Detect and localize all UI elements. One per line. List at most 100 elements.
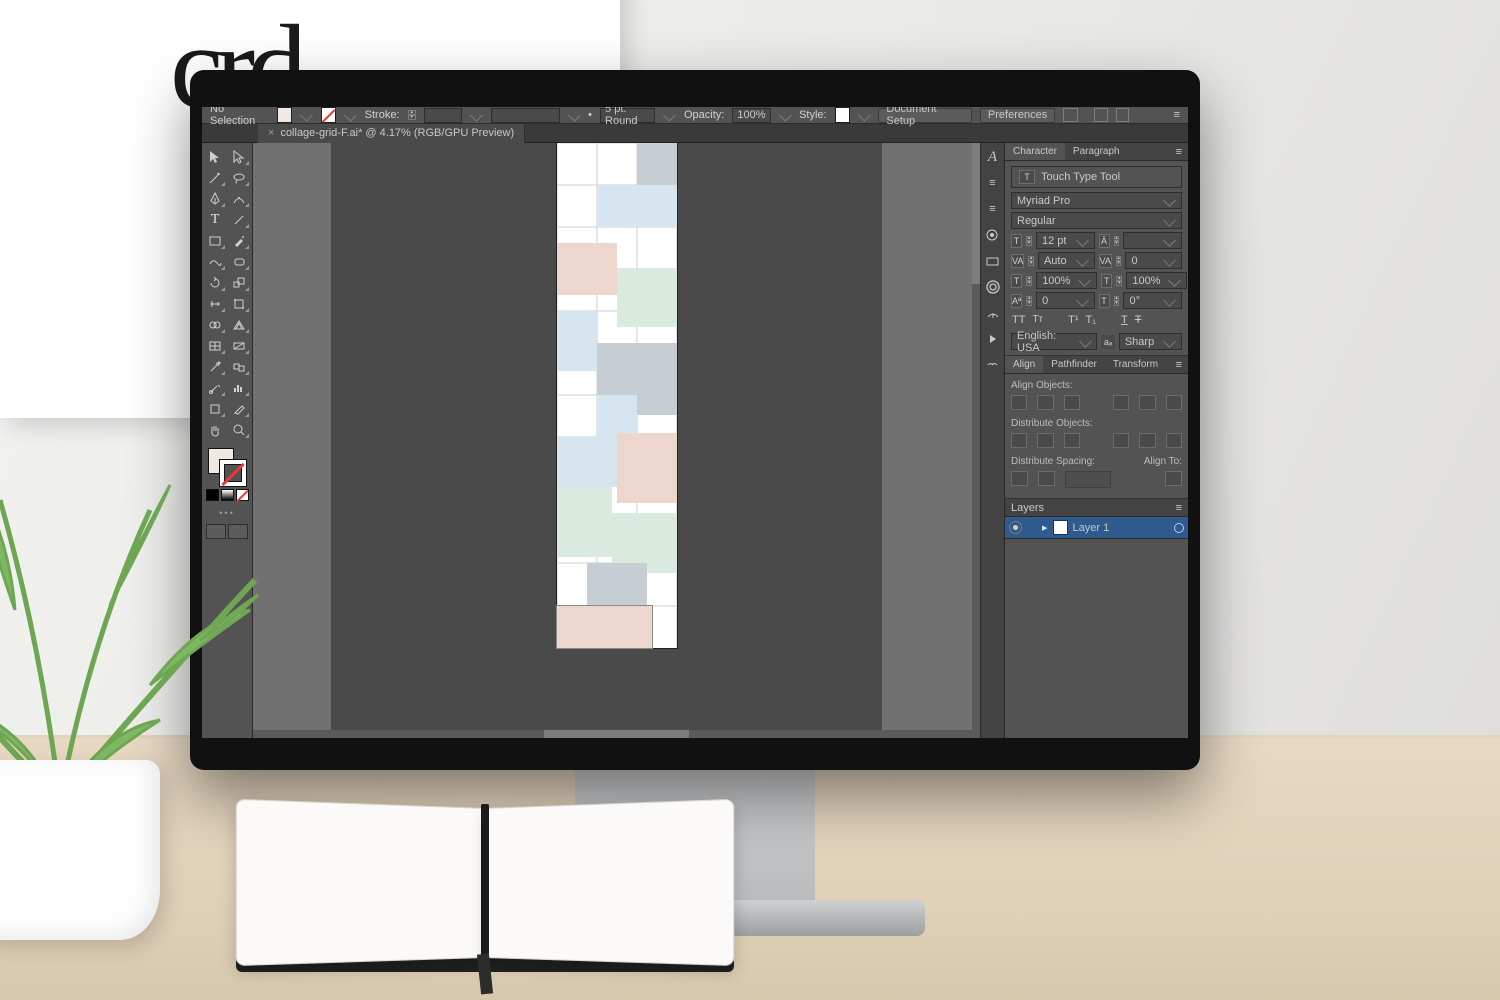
eyedropper-tool[interactable] xyxy=(204,357,226,376)
brush-field[interactable] xyxy=(491,108,560,123)
dist-hcenter-icon[interactable] xyxy=(1139,433,1155,448)
stroke-dropdown-icon[interactable] xyxy=(344,109,356,121)
document-setup-button[interactable]: Document Setup xyxy=(878,108,972,123)
font-family-field[interactable]: Myriad Pro xyxy=(1011,192,1182,209)
stepper[interactable]: ▴▾ xyxy=(1116,276,1122,286)
stroke-weight-stepper[interactable]: ▴▾ xyxy=(408,110,417,120)
free-transform-tool[interactable] xyxy=(228,294,250,313)
tab-transform[interactable]: Transform xyxy=(1105,356,1166,373)
pen-tool[interactable] xyxy=(204,189,226,208)
disclosure-icon[interactable]: ▸ xyxy=(1042,521,1048,534)
document-tab[interactable]: × collage-grid-F.ai* @ 4.17% (RGB/GPU Pr… xyxy=(258,124,525,143)
tab-paragraph[interactable]: Paragraph xyxy=(1065,143,1128,160)
vertical-scrollbar[interactable] xyxy=(972,143,980,730)
line-segment-tool[interactable] xyxy=(228,210,250,229)
fill-dropdown-icon[interactable] xyxy=(300,109,312,121)
panel-menu-icon[interactable]: ≡ xyxy=(1174,109,1180,121)
tab-character[interactable]: Character xyxy=(1005,143,1065,160)
panel-icon[interactable]: ≡ xyxy=(984,201,1002,217)
dist-vcenter-icon[interactable] xyxy=(1037,433,1053,448)
stepper[interactable]: ▴▾ xyxy=(1028,256,1034,266)
stroke-swatch[interactable] xyxy=(321,107,336,123)
leading-field[interactable] xyxy=(1123,232,1182,249)
vertical-scale-field[interactable]: 100% xyxy=(1036,272,1097,289)
stepper[interactable]: ▴▾ xyxy=(1114,296,1120,306)
dropdown-icon[interactable] xyxy=(779,109,791,121)
dropdown-icon[interactable] xyxy=(470,109,482,121)
magic-wand-tool[interactable] xyxy=(204,168,226,187)
layer-name[interactable]: Layer 1 xyxy=(1073,522,1110,534)
fill-swatch[interactable] xyxy=(277,107,292,123)
stepper[interactable]: ▴▾ xyxy=(1114,236,1120,246)
swatches-panel-icon[interactable] xyxy=(984,227,1002,243)
dist-top-icon[interactable] xyxy=(1011,433,1027,448)
target-icon[interactable] xyxy=(1174,523,1184,533)
char-rotation-field[interactable]: 0° xyxy=(1123,292,1182,309)
baseline-shift-field[interactable]: 0 xyxy=(1036,292,1094,309)
antialias-field[interactable]: Sharp xyxy=(1119,333,1182,350)
all-caps-icon[interactable]: TT xyxy=(1012,314,1025,326)
align-to-selector[interactable] xyxy=(1165,471,1182,486)
layout-icon[interactable] xyxy=(1094,108,1107,122)
arrange-icon[interactable] xyxy=(1116,108,1129,122)
expand-icon[interactable] xyxy=(984,331,1002,347)
spacing-value-field[interactable] xyxy=(1065,471,1111,488)
color-themes-icon[interactable] xyxy=(984,305,1002,321)
dist-right-icon[interactable] xyxy=(1166,433,1182,448)
dist-horizontal-space-icon[interactable] xyxy=(1038,471,1055,486)
mesh-tool[interactable] xyxy=(204,336,226,355)
artboard-tool[interactable] xyxy=(204,399,226,418)
slice-tool[interactable] xyxy=(228,399,250,418)
glyphs-panel-icon[interactable]: A xyxy=(984,149,1002,165)
align-left-icon[interactable] xyxy=(1011,395,1027,410)
direct-selection-tool[interactable] xyxy=(228,147,250,166)
tab-align[interactable]: Align xyxy=(1005,356,1043,373)
type-tool[interactable]: T xyxy=(204,210,226,229)
dropdown-icon[interactable] xyxy=(568,109,580,121)
style-swatch[interactable] xyxy=(835,107,850,123)
kerning-field[interactable]: Auto xyxy=(1038,252,1095,269)
scale-tool[interactable] xyxy=(228,273,250,292)
cc-libraries-icon[interactable] xyxy=(984,279,1002,295)
stepper[interactable]: ▴▾ xyxy=(1026,296,1032,306)
dropdown-icon[interactable] xyxy=(664,109,676,121)
selection-tool[interactable] xyxy=(204,147,226,166)
width-tool[interactable] xyxy=(204,294,226,313)
lasso-tool[interactable] xyxy=(228,168,250,187)
rectangle-tool[interactable] xyxy=(204,231,226,250)
dropdown-icon[interactable] xyxy=(858,109,870,121)
dist-vertical-space-icon[interactable] xyxy=(1011,471,1028,486)
opacity-field[interactable]: 100% xyxy=(732,108,770,123)
small-caps-icon[interactable]: Tᴛ xyxy=(1032,314,1043,326)
subscript-icon[interactable]: T₁ xyxy=(1086,314,1096,326)
horizontal-scale-field[interactable]: 100% xyxy=(1126,272,1187,289)
align-vcenter-icon[interactable] xyxy=(1139,395,1155,410)
blend-tool[interactable] xyxy=(228,357,250,376)
column-graph-tool[interactable] xyxy=(228,378,250,397)
align-icon[interactable] xyxy=(1063,108,1078,122)
horizontal-scrollbar[interactable] xyxy=(253,730,980,738)
links-panel-icon[interactable] xyxy=(984,357,1002,373)
stroke-weight-field[interactable] xyxy=(424,108,462,123)
layer-row[interactable]: ▸ Layer 1 xyxy=(1005,517,1188,539)
align-hcenter-icon[interactable] xyxy=(1037,395,1053,410)
brushes-panel-icon[interactable] xyxy=(984,253,1002,269)
superscript-icon[interactable]: T¹ xyxy=(1068,314,1078,326)
panel-menu-icon[interactable]: ≡ xyxy=(1176,502,1182,514)
layers-title[interactable]: Layers xyxy=(1011,502,1044,514)
stepper[interactable]: ▴▾ xyxy=(1026,276,1032,286)
align-top-icon[interactable] xyxy=(1113,395,1129,410)
rotate-tool[interactable] xyxy=(204,273,226,292)
panel-menu-icon[interactable]: ≡ xyxy=(1170,356,1188,373)
underline-icon[interactable]: T xyxy=(1121,314,1128,326)
paintbrush-tool[interactable] xyxy=(228,231,250,250)
eraser-tool[interactable] xyxy=(228,252,250,271)
symbol-sprayer-tool[interactable] xyxy=(204,378,226,397)
perspective-grid-tool[interactable] xyxy=(228,315,250,334)
touch-type-tool-button[interactable]: TTouch Type Tool xyxy=(1011,166,1182,188)
font-style-field[interactable]: Regular xyxy=(1011,212,1182,229)
curvature-tool[interactable] xyxy=(228,189,250,208)
gradient-tool[interactable] xyxy=(228,336,250,355)
canvas-area[interactable] xyxy=(253,143,980,738)
stepper[interactable]: ▴▾ xyxy=(1026,236,1032,246)
